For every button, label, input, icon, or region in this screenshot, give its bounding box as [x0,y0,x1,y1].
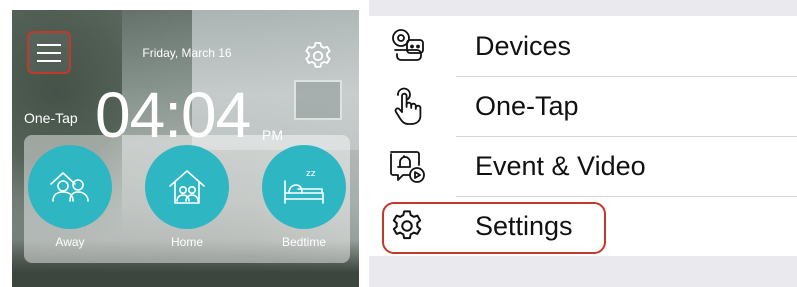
home-house-icon [169,170,205,204]
svg-text:zz: zz [306,169,316,179]
gear-icon [387,206,427,246]
gear-icon[interactable] [302,40,334,72]
one-tap-label[interactable]: One-Tap [24,110,78,126]
menu-item-label: Settings [475,210,573,241]
mode-home-label: Home [170,235,203,249]
mode-home-button[interactable]: Home [142,145,232,260]
mode-tray: Away Home zz Bedtime [24,135,350,263]
side-menu-panel: Devices One-Tap Event & Video Settings [369,0,797,287]
mode-bedtime-button[interactable]: zz Bedtime [259,145,349,260]
hamburger-line [37,51,61,54]
menu-item-event-video[interactable]: Event & Video [369,136,797,196]
side-menu-list: Devices One-Tap Event & Video Settings [369,16,797,256]
hamburger-menu-button[interactable] [27,31,71,74]
background-photo-window [294,80,342,120]
mode-away-button[interactable]: Away [25,145,115,260]
hamburger-line [37,59,61,62]
menu-item-settings[interactable]: Settings [369,196,797,256]
date-label: Friday, March 16 [142,46,232,60]
menu-item-one-tap[interactable]: One-Tap [369,76,797,136]
mode-home-circle [145,145,229,229]
bedtime-bed-icon: zz [284,169,324,204]
event-video-icon [387,146,427,186]
menu-item-label: Devices [475,30,572,61]
away-people-icon [50,172,89,202]
menu-item-label: Event & Video [475,150,646,181]
mode-away-circle [28,145,112,229]
home-screen: Friday, March 16 One-Tap 04:04 PM Away H… [12,10,359,287]
menu-item-devices[interactable]: Devices [369,16,797,76]
devices-icon [387,26,427,66]
menu-item-label: One-Tap [475,90,579,121]
tap-hand-icon [387,86,427,126]
hamburger-menu-icon [37,43,61,46]
mode-bedtime-label: Bedtime [281,235,327,249]
mode-away-label: Away [55,235,85,249]
mode-bedtime-circle: zz [262,145,346,229]
